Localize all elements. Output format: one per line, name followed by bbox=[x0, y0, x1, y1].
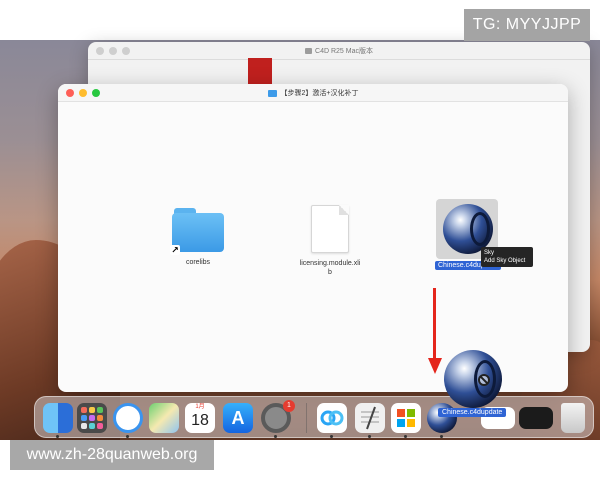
watermark-top: TG: MYYJJPP bbox=[464, 9, 590, 41]
file-label: corelibs bbox=[185, 259, 211, 266]
disk-image-icon bbox=[305, 47, 313, 54]
file-item-corelibs[interactable]: ↗ corelibs bbox=[168, 208, 228, 267]
launchpad-icon[interactable] bbox=[77, 403, 107, 433]
tooltip-subtitle: Add Sky Object bbox=[484, 258, 526, 264]
office-icon[interactable] bbox=[391, 403, 421, 433]
back-window-title: C4D R25 Mac版本 bbox=[315, 47, 373, 55]
minimize-button[interactable] bbox=[109, 47, 117, 55]
tooltip: Sky Add Sky Object bbox=[481, 247, 533, 267]
terminal-icon[interactable] bbox=[519, 407, 553, 429]
notification-badge: 1 bbox=[283, 400, 295, 412]
folder-alias-icon: ↗ bbox=[170, 208, 224, 255]
maps-icon[interactable] bbox=[149, 403, 179, 433]
front-window-titlebar[interactable]: 【步骤2】激活+汉化补丁 bbox=[58, 84, 568, 102]
finder-icon[interactable] bbox=[43, 403, 73, 433]
red-arrow-shaft bbox=[433, 288, 436, 362]
back-window-titlebar[interactable]: C4D R25 Mac版本 bbox=[88, 42, 590, 60]
alias-arrow-icon: ↗ bbox=[170, 245, 180, 255]
app-store-icon[interactable]: A bbox=[223, 403, 253, 433]
calendar-month: 1月 bbox=[195, 404, 205, 410]
file-item-licensing[interactable]: licensing.module.xlib bbox=[294, 205, 366, 277]
textedit-icon[interactable] bbox=[355, 403, 385, 433]
drag-label: Chinese.c4dupdate bbox=[438, 408, 507, 417]
safari-icon[interactable] bbox=[113, 403, 143, 433]
watermark-bottom: www.zh-28quanweb.org bbox=[10, 440, 214, 470]
red-arrow-head-icon bbox=[428, 358, 442, 374]
cinema4d-ring-icon bbox=[470, 212, 490, 246]
baidu-netdisk-icon[interactable] bbox=[317, 403, 347, 433]
close-button[interactable] bbox=[96, 47, 104, 55]
file-label: licensing.module.xlib bbox=[299, 260, 361, 276]
zoom-button[interactable] bbox=[122, 47, 130, 55]
trash-icon[interactable] bbox=[561, 403, 585, 433]
dock-separator bbox=[306, 403, 307, 433]
calendar-icon[interactable]: 1月 18 bbox=[185, 403, 215, 433]
folder-icon bbox=[267, 89, 277, 97]
dragged-file[interactable] bbox=[444, 350, 502, 408]
dock: 1月 18 A 1 bbox=[34, 396, 594, 438]
front-window-title: 【步骤2】激活+汉化补丁 bbox=[280, 90, 359, 97]
document-icon bbox=[311, 205, 349, 253]
calendar-day: 18 bbox=[191, 412, 209, 429]
tooltip-title: Sky bbox=[484, 250, 495, 256]
no-drop-icon bbox=[478, 374, 490, 386]
